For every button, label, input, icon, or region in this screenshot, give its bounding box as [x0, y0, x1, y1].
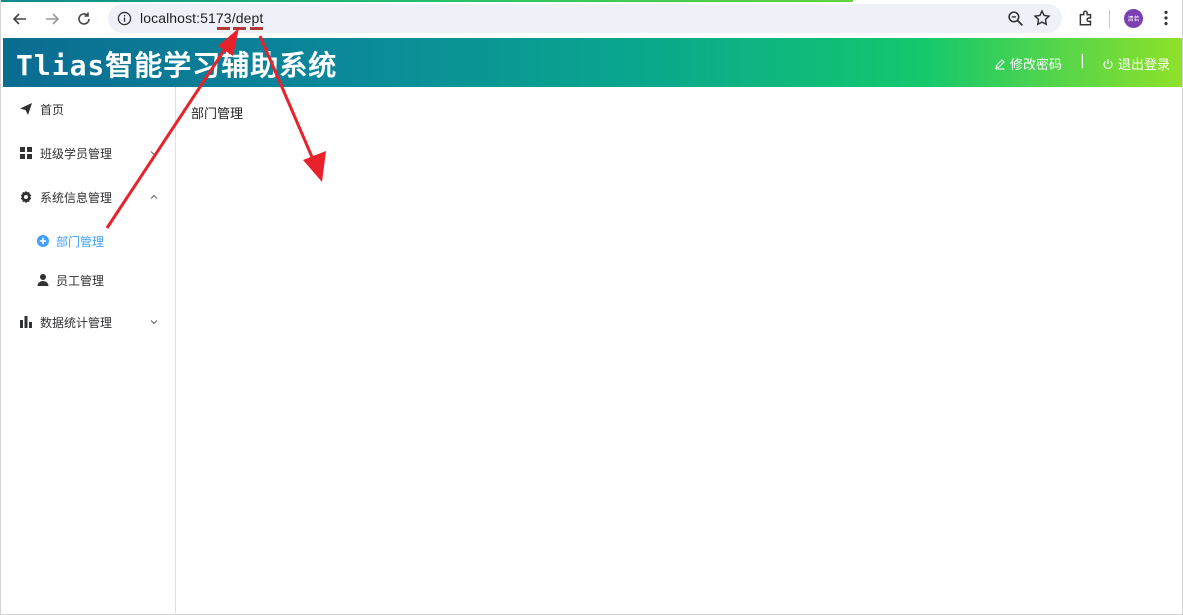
plus-circle-icon: [37, 235, 49, 247]
logout-link[interactable]: 退出登录: [1102, 54, 1170, 73]
reload-icon: [78, 12, 90, 25]
sidebar-item-label: 首页: [40, 102, 65, 117]
sidebar-menu: 首页 班级学员管理 系统信息管理 部门管理 员工管理 数据统计管理: [3, 87, 176, 613]
profile-avatar[interactable]: 清若: [1124, 9, 1143, 28]
toolbar-divider: [1109, 10, 1110, 28]
profile-initials: 清若: [1127, 16, 1140, 23]
app-header: Tlias智能学习辅助系统 修改密码 | 退出登录: [3, 38, 1182, 87]
loading-bar: [1, 0, 853, 2]
url-host: localhost:5173: [140, 10, 232, 26]
address-bar[interactable]: localhost:5173/dept: [108, 4, 1062, 33]
grid-icon: [20, 147, 32, 159]
change-password-link[interactable]: 修改密码: [994, 54, 1062, 73]
sidebar-item-dept[interactable]: 部门管理: [3, 219, 175, 263]
annotation-overlay: [105, 27, 326, 229]
sidebar-item-label: 数据统计管理: [40, 315, 113, 330]
chevron-up-icon: [150, 194, 158, 199]
browser-window: localhost:5173/dept 清若 Tlias智能学习辅助系统 修改密…: [0, 0, 1183, 615]
site-info-icon[interactable]: [117, 11, 132, 26]
sidebar-item-label: 班级学员管理: [40, 146, 113, 161]
page-title: 部门管理: [191, 107, 244, 122]
user-icon: [37, 274, 49, 286]
sidebar-item-employee[interactable]: 员工管理: [3, 258, 175, 302]
forward-button[interactable]: [40, 7, 64, 31]
gear-icon: [20, 190, 32, 204]
sidebar-item-data-stats[interactable]: 数据统计管理: [3, 300, 175, 344]
chevron-down-icon: [150, 151, 158, 156]
bar-chart-icon: [20, 316, 32, 328]
sidebar-item-label: 系统信息管理: [40, 190, 113, 205]
url-path: /dept: [231, 10, 264, 26]
back-button[interactable]: [8, 7, 32, 31]
sidebar-item-system-info[interactable]: 系统信息管理: [3, 175, 175, 219]
arrow-left-icon: [12, 13, 26, 25]
chevron-down-icon: [150, 320, 158, 325]
more-menu-icon[interactable]: [1157, 9, 1175, 27]
bookmark-star-icon[interactable]: [1033, 9, 1051, 27]
extensions-icon[interactable]: [1077, 9, 1095, 27]
edit-icon: [995, 58, 1005, 69]
app-title: Tlias智能学习辅助系统: [16, 49, 338, 82]
sidebar-item-home[interactable]: 首页: [3, 87, 175, 131]
zoom-icon[interactable]: [1007, 10, 1024, 27]
power-icon: [1103, 58, 1113, 69]
browser-toolbar: localhost:5173/dept 清若: [1, 0, 1182, 38]
sidebar-item-label: 员工管理: [56, 273, 105, 288]
header-separator: |: [1080, 53, 1085, 69]
change-password-label: 修改密码: [1010, 58, 1063, 73]
paper-plane-icon: [20, 103, 32, 115]
reload-button[interactable]: [72, 7, 96, 31]
arrow-right-icon: [46, 13, 60, 25]
sidebar-item-class-students[interactable]: 班级学员管理: [3, 131, 175, 175]
sidebar-item-label: 部门管理: [56, 234, 105, 249]
url-text[interactable]: localhost:5173/dept: [140, 10, 263, 26]
logout-label: 退出登录: [1118, 58, 1171, 73]
